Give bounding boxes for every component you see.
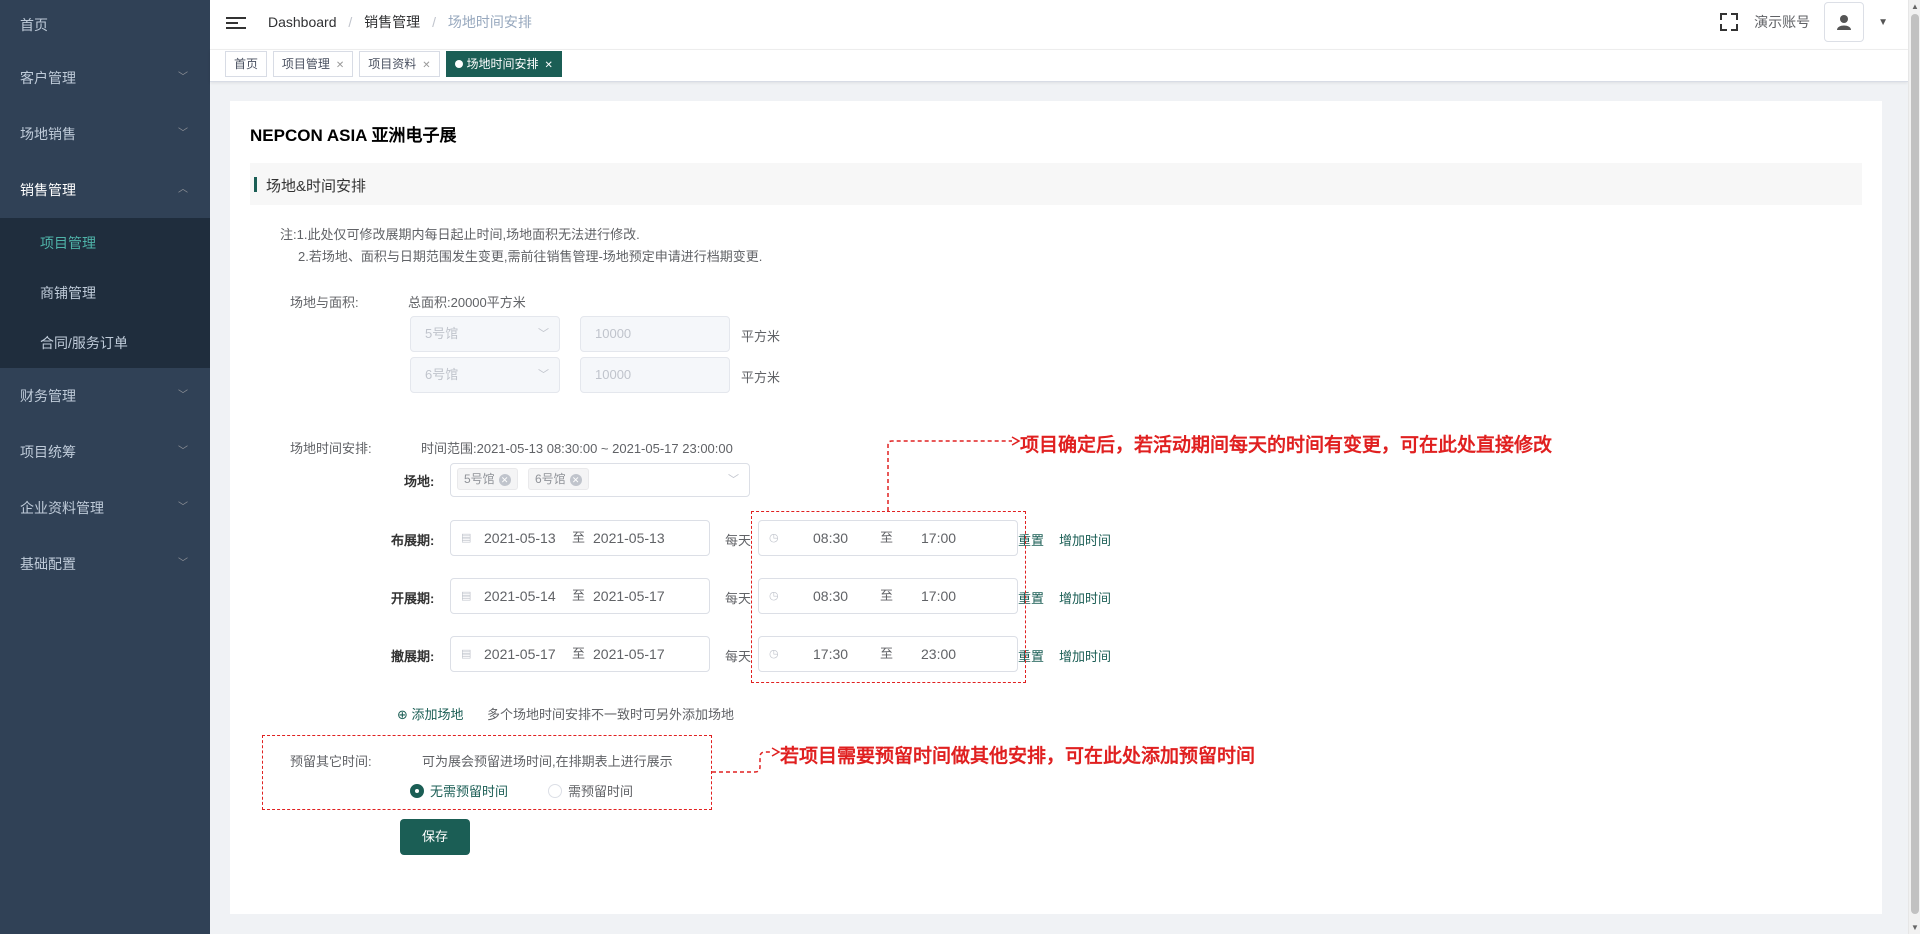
annotation-arrows	[712, 436, 1021, 773]
app-root: 首页 客户管理 ﹀ 场地销售 ﹀ 销售管理 ︿ 项目管理 商铺管理 合同/服务订…	[0, 0, 1920, 934]
annotation-text-time: 项目确定后，若活动期间每天的时间有变更，可在此处直接修改	[1020, 434, 1553, 456]
annotation-text-reserve: 若项目需要预留时间做其他安排，可在此处添加预留时间	[780, 745, 1256, 767]
